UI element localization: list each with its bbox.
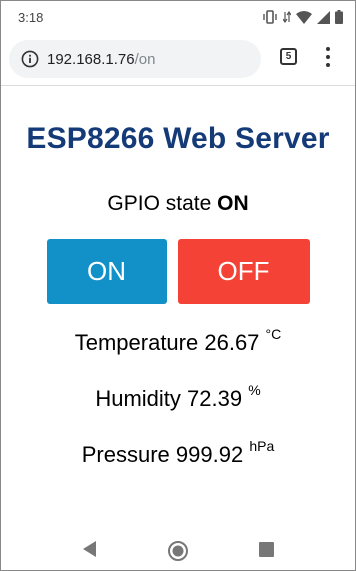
vibrate-icon: [262, 10, 278, 24]
on-button[interactable]: ON: [46, 239, 167, 304]
on-button-label: ON: [87, 256, 126, 286]
humidity-label: Humidity: [95, 386, 181, 411]
temperature-label: Temperature: [74, 330, 199, 355]
off-button[interactable]: OFF: [177, 239, 310, 304]
button-row: ON OFF: [1, 239, 355, 304]
tab-switcher-button[interactable]: 5: [280, 48, 297, 65]
phone-screen: 3:18 192.168.1.76 /on 5 ESP8266 Web Serv…: [0, 0, 356, 571]
url-host: 192.168.1.76: [47, 50, 135, 68]
pressure-reading: Pressure 999.92 hPa: [1, 438, 355, 468]
browser-toolbar: 192.168.1.76/on 5: [1, 33, 355, 85]
status-time: 3:18: [18, 9, 44, 25]
gpio-state-value: ON: [217, 192, 249, 215]
tab-count-label: 5: [285, 51, 292, 62]
temperature-unit: °C: [265, 326, 282, 342]
back-icon[interactable]: [81, 540, 97, 563]
humidity-reading: Humidity 72.39 %: [1, 382, 355, 412]
url-path: /on: [134, 50, 156, 68]
system-nav-bar: [1, 530, 355, 570]
page-content: ESP8266 Web Server GPIO state ON ON OFF …: [1, 86, 355, 468]
humidity-unit: %: [248, 382, 261, 398]
recents-icon[interactable]: [259, 542, 274, 562]
info-icon[interactable]: [21, 50, 39, 68]
pressure-unit: hPa: [249, 438, 275, 454]
temperature-reading: Temperature 26.67 °C: [1, 326, 355, 356]
home-icon[interactable]: [167, 540, 189, 567]
status-bar: 3:18: [1, 1, 355, 33]
url-bar[interactable]: 192.168.1.76/on: [9, 40, 261, 78]
battery-icon: [335, 10, 343, 24]
gpio-state-line: GPIO state ON: [1, 192, 355, 216]
temperature-value: 26.67: [204, 330, 260, 355]
wifi-icon: [296, 10, 312, 24]
overflow-menu-icon[interactable]: [325, 47, 331, 67]
signal-icon: [317, 10, 330, 24]
page-title: ESP8266 Web Server: [26, 122, 330, 155]
off-button-label: OFF: [217, 256, 270, 286]
pressure-value: 999.92: [175, 442, 244, 467]
data-icon: [283, 11, 291, 23]
pressure-label: Pressure: [81, 442, 170, 467]
gpio-state-label: GPIO state: [107, 192, 212, 215]
humidity-value: 72.39: [187, 386, 243, 411]
status-icons: [262, 10, 343, 24]
